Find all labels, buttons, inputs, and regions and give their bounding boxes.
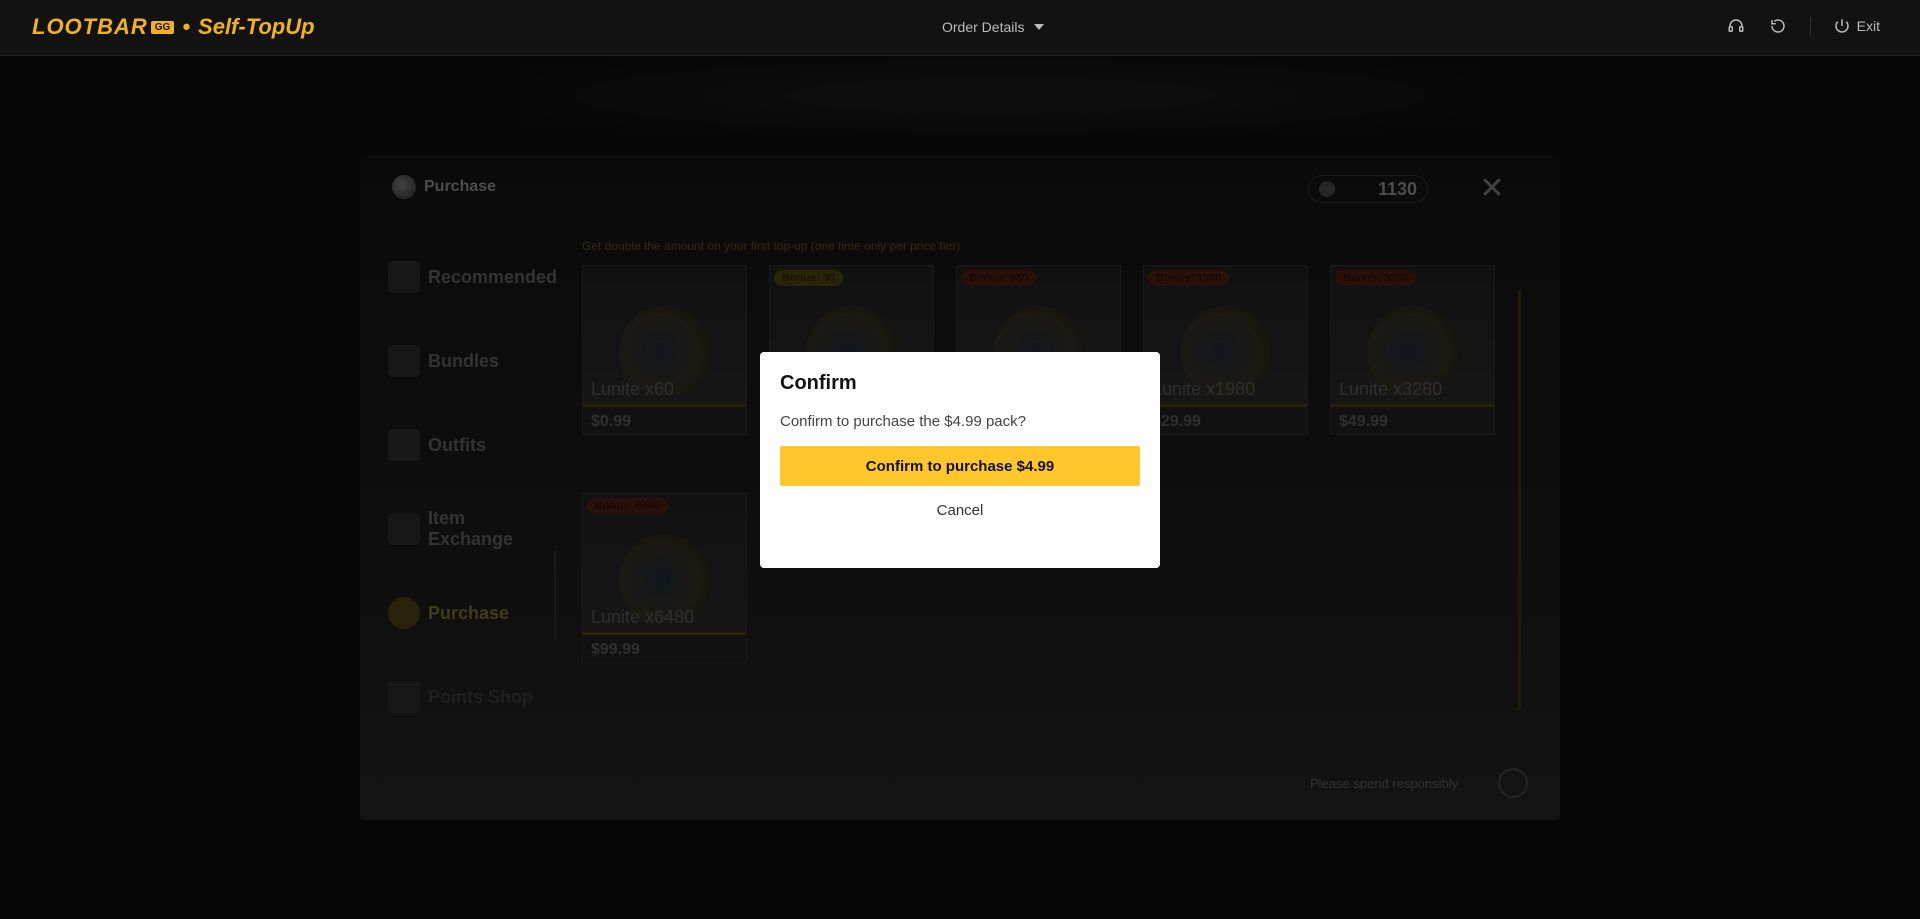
chevron-down-icon — [1034, 24, 1045, 30]
brand-logo[interactable]: LOOTBAR GG • Self-TopUp — [32, 14, 315, 40]
brand-badge: GG — [150, 20, 175, 34]
top-bar: LOOTBAR GG • Self-TopUp Order Details Ex… — [0, 0, 1920, 56]
brand-subtitle: Self-TopUp — [198, 14, 315, 39]
headset-icon[interactable] — [1726, 16, 1746, 36]
cancel-button[interactable]: Cancel — [780, 492, 1140, 528]
refresh-icon[interactable] — [1768, 16, 1788, 36]
brand-name: LOOTBAR — [32, 14, 148, 39]
divider — [1809, 17, 1811, 35]
brand-separator: • — [182, 14, 191, 39]
exit-label: Exit — [1856, 18, 1880, 34]
order-details-label: Order Details — [942, 19, 1025, 35]
dialog-message: Confirm to purchase the $4.99 pack? — [780, 413, 1026, 430]
confirm-dialog: Confirm Confirm to purchase the $4.99 pa… — [760, 352, 1160, 568]
power-icon — [1834, 19, 1849, 33]
exit-button[interactable]: Exit — [1833, 17, 1880, 35]
confirm-purchase-button[interactable]: Confirm to purchase $4.99 — [780, 446, 1140, 486]
dialog-title: Confirm — [780, 372, 857, 394]
order-details-dropdown[interactable]: Order Details — [942, 19, 1045, 35]
top-actions: Exit — [1726, 16, 1880, 36]
